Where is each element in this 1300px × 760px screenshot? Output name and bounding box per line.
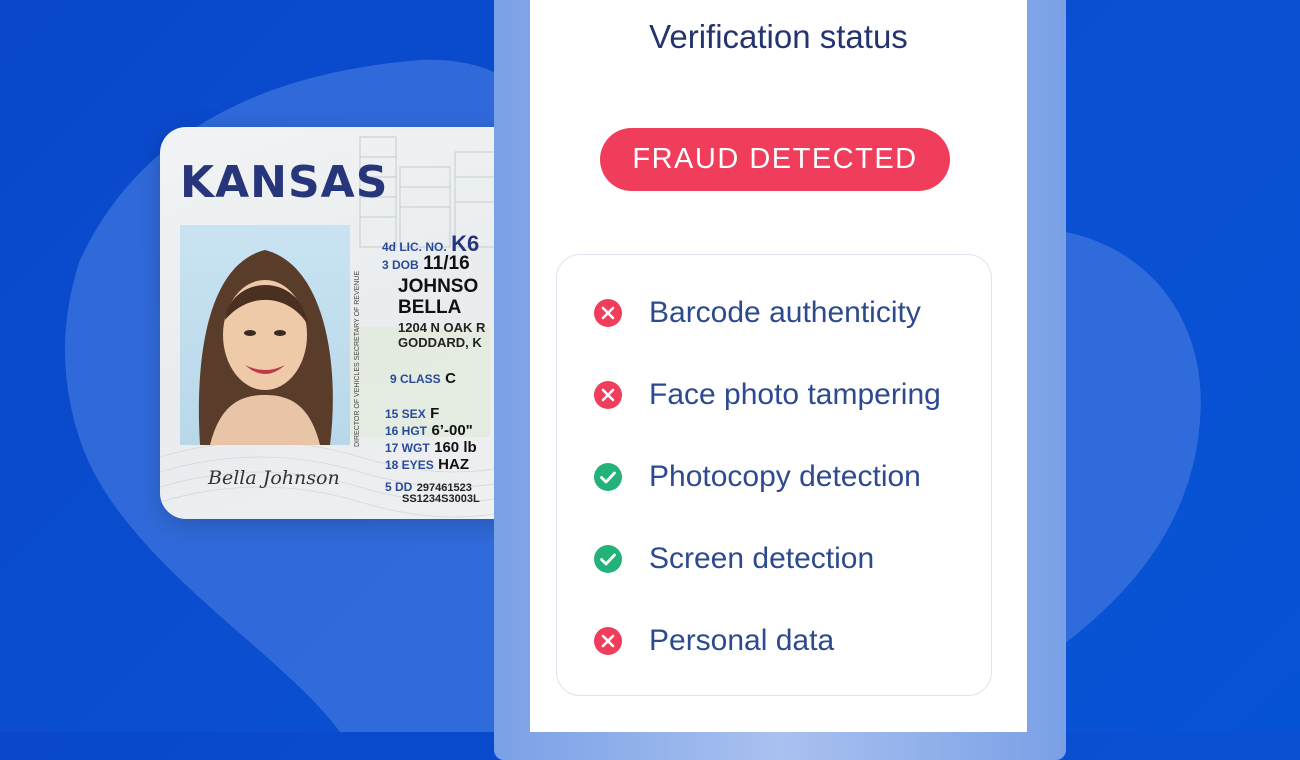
id-address-2: GODDARD, K [398, 335, 482, 350]
id-sex: 15 SEX F [385, 405, 440, 422]
id-signature: Bella Johnson [208, 467, 340, 489]
check-item-personal-data: Personal data [593, 621, 834, 661]
id-dob: 3 DOB 11/16 [382, 253, 470, 274]
id-class: 9 CLASS C [390, 370, 456, 387]
check-label: Personal data [649, 624, 835, 657]
check-item-photocopy: Photocopy detection [593, 457, 921, 497]
x-circle-icon [594, 299, 622, 327]
id-address-1: 1204 N OAK R [398, 320, 486, 335]
check-label: Screen detection [649, 542, 875, 575]
check-label: Barcode authenticity [649, 296, 921, 329]
id-card: KANSAS DIRECTOR OF VEHICLES SECRETARY OF… [160, 127, 540, 519]
id-dd-line2: SS1234S3003L [402, 493, 480, 505]
id-portrait-photo [180, 225, 350, 445]
check-label: Face photo tampering [649, 378, 941, 411]
x-circle-icon [594, 627, 622, 655]
id-side-text: DIRECTOR OF VEHICLES SECRETARY OF REVENU… [354, 270, 361, 447]
check-item-screen: Screen detection [593, 539, 874, 579]
id-weight: 17 WGT 160 lb [385, 439, 477, 456]
id-last-name: JOHNSO [398, 276, 479, 297]
verification-screen: Verification status FRAUD DETECTED Barco… [530, 0, 1027, 732]
id-height: 16 HGT 6’-00" [385, 422, 473, 439]
check-label: Photocopy detection [649, 460, 921, 493]
id-eyes: 18 EYES HAZ [385, 456, 469, 473]
x-circle-icon [594, 381, 622, 409]
check-circle-icon [594, 545, 622, 573]
id-state-name: KANSAS [180, 157, 389, 208]
check-item-barcode: Barcode authenticity [593, 293, 921, 333]
check-circle-icon [594, 463, 622, 491]
page-title: Verification status [649, 18, 908, 55]
status-badge: FRAUD DETECTED [600, 128, 950, 191]
id-first-name: BELLA [398, 297, 462, 318]
checks-list: Barcode authenticity Face photo tamperin… [556, 254, 992, 696]
check-item-face-photo: Face photo tampering [593, 375, 941, 415]
